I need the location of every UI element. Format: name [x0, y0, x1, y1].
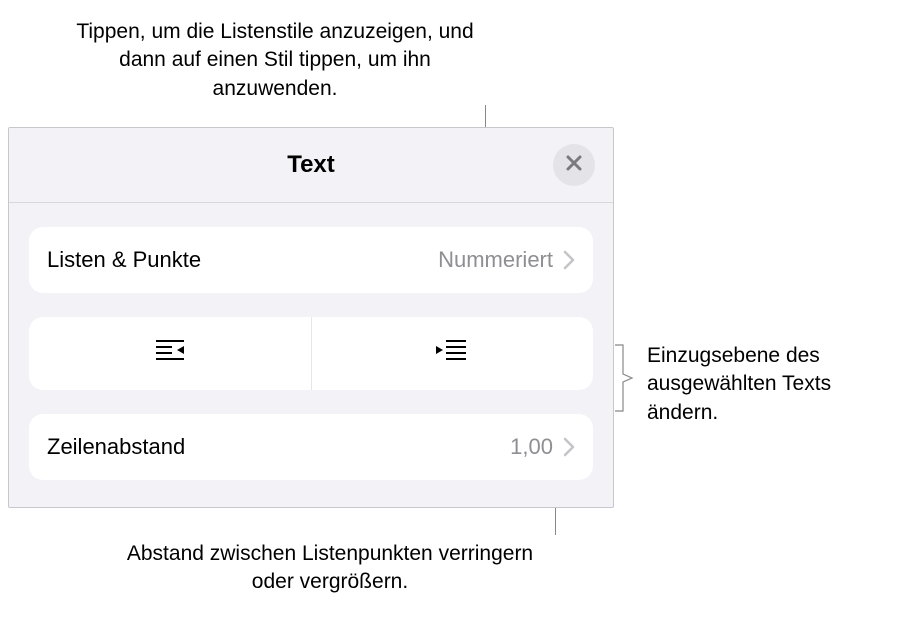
outdent-icon	[150, 337, 190, 370]
indent-button[interactable]	[312, 317, 594, 390]
panel-body: Listen & Punkte Nummeriert	[9, 203, 613, 480]
line-spacing-value: 1,00	[510, 434, 553, 460]
callout-bracket	[614, 344, 640, 412]
outdent-button[interactable]	[29, 317, 312, 390]
lists-bullets-value: Nummeriert	[438, 247, 553, 273]
panel-header: Text	[9, 128, 613, 203]
close-icon	[565, 154, 583, 177]
indent-icon	[432, 337, 472, 370]
lists-bullets-row[interactable]: Listen & Punkte Nummeriert	[29, 227, 593, 293]
callout-bottom: Abstand zwischen Listenpunkten verringer…	[110, 540, 550, 597]
chevron-right-icon	[563, 437, 575, 457]
line-spacing-row[interactable]: Zeilenabstand 1,00	[29, 414, 593, 480]
indent-controls	[29, 317, 593, 390]
panel-title: Text	[287, 151, 335, 179]
close-button[interactable]	[553, 144, 595, 186]
text-format-panel: Text Listen & Punkte Nummeriert	[8, 127, 614, 508]
lists-bullets-label: Listen & Punkte	[47, 247, 438, 273]
chevron-right-icon	[563, 250, 575, 270]
callout-top: Tippen, um die Listenstile anzuzeigen, u…	[70, 18, 480, 103]
line-spacing-label: Zeilenabstand	[47, 434, 510, 460]
callout-right: Einzugsebene des ausgewählten Texts ände…	[647, 342, 887, 427]
